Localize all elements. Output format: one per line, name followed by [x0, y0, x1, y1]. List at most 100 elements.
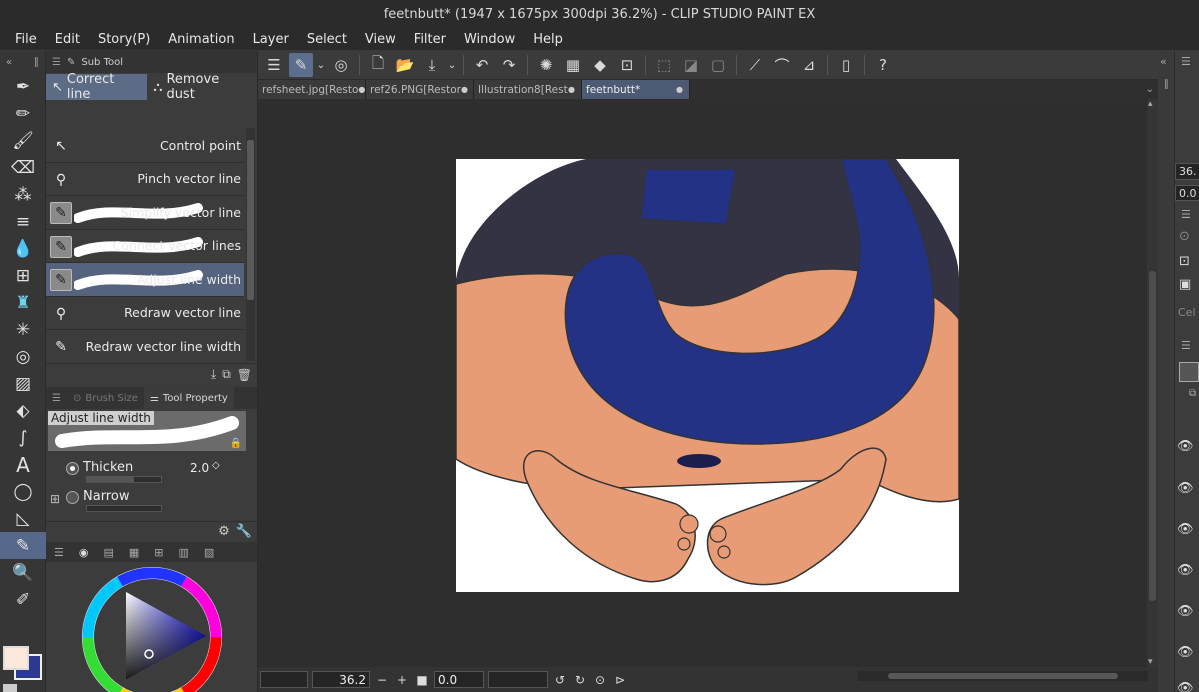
tab-document-active[interactable]: feetnbutt* ●: [582, 80, 690, 99]
narrow-radio[interactable]: [66, 491, 79, 504]
menu-icon[interactable]: ☰: [52, 57, 61, 68]
reference-icon[interactable]: ⊡: [1179, 254, 1190, 269]
tab-document[interactable]: Illustration8[Rest ●: [474, 80, 582, 99]
help-icon[interactable]: ?: [871, 53, 895, 77]
invert-selection-icon[interactable]: ◪: [679, 53, 703, 77]
narrow-slider[interactable]: [86, 505, 162, 512]
zoom-tool-icon[interactable]: 🔍: [0, 559, 46, 586]
grip-icon[interactable]: ∥: [1164, 79, 1169, 90]
list-item[interactable]: ↖ Control point: [46, 129, 244, 163]
canvas-area[interactable]: [258, 99, 1147, 667]
cake-icon[interactable]: ♜: [0, 289, 46, 316]
list-item[interactable]: ⚲ Redraw vector line: [46, 297, 244, 330]
list-item[interactable]: ✎ Adjust line width: [46, 263, 244, 297]
thicken-value[interactable]: 2.0: [190, 461, 209, 475]
sparkle-tool-icon[interactable]: ✳: [0, 316, 46, 343]
tab-brush-size[interactable]: ⊙ Brush Size: [67, 393, 144, 404]
navigator-button-icon[interactable]: ⊙: [1179, 229, 1190, 244]
gradient-lines-icon[interactable]: ≡: [0, 208, 46, 235]
import-icon[interactable]: ⤓: [211, 367, 216, 382]
approximate-color-tab-icon[interactable]: ▥: [179, 546, 189, 559]
brush-tool-icon[interactable]: 🖌: [0, 127, 46, 154]
menu-edit[interactable]: Edit: [46, 32, 89, 47]
close-dot-icon[interactable]: ●: [676, 85, 683, 94]
intermediate-color-tab-icon[interactable]: ⊞: [154, 546, 163, 559]
correct-line-tool-icon[interactable]: ✎: [289, 53, 313, 77]
stepper-icon[interactable]: ◇: [212, 460, 220, 471]
scroll-thumb[interactable]: [888, 673, 1118, 679]
menu-filter[interactable]: Filter: [405, 32, 455, 47]
fill-icon[interactable]: ◆: [588, 53, 612, 77]
tab-list-icon[interactable]: ⌄: [1146, 80, 1158, 99]
layer-visibility-eye-icon[interactable]: 👁: [1177, 604, 1194, 619]
decoration-tool-icon[interactable]: ⁂: [0, 181, 46, 208]
settings-icon[interactable]: ⚙: [218, 524, 230, 539]
grip-icon[interactable]: ∥: [34, 57, 39, 68]
fit-icon[interactable]: ■: [414, 673, 430, 687]
layer-thumbnail[interactable]: [1179, 362, 1199, 382]
wrench-icon[interactable]: 🔧: [236, 524, 252, 539]
text-tool-icon[interactable]: A: [0, 451, 46, 478]
zoom-out-icon[interactable]: −: [374, 673, 390, 687]
duplicate-icon[interactable]: ⧉: [222, 367, 231, 382]
layer-visibility-eye-icon[interactable]: 👁: [1177, 481, 1194, 496]
sub-tool-scrollbar[interactable]: [246, 128, 255, 361]
zoom-slider[interactable]: [260, 671, 308, 688]
tab-tool-property[interactable]: ⚌ Tool Property: [143, 387, 234, 409]
save-icon[interactable]: ⤓: [420, 53, 444, 77]
menu-select[interactable]: Select: [298, 32, 356, 47]
menu-icon[interactable]: ☰: [1181, 339, 1191, 352]
tab-document[interactable]: refsheet.jpg[Resto ●: [258, 80, 366, 99]
eyedropper-tool-icon[interactable]: ✐: [0, 586, 46, 613]
lasso-icon[interactable]: ◎: [329, 53, 353, 77]
tab-document[interactable]: ref26.PNG[Restor ●: [366, 80, 474, 99]
rotation-slider[interactable]: [488, 671, 548, 688]
list-item[interactable]: ⚲ Pinch vector line: [46, 163, 244, 196]
layer-visibility-eye-icon[interactable]: 👁: [1177, 645, 1194, 660]
reset-rotation-icon[interactable]: ⊙: [592, 673, 608, 687]
rotation-field[interactable]: 0.0: [434, 671, 484, 688]
rotate-left-icon[interactable]: ↺: [552, 673, 568, 687]
open-folder-icon[interactable]: 📂: [393, 53, 417, 77]
loading-icon[interactable]: ✺: [534, 53, 558, 77]
layer-settings-icon[interactable]: ⧉: [1189, 388, 1196, 399]
chevron-down-icon[interactable]: ⌄: [447, 53, 457, 77]
list-item[interactable]: ✎ Connect vector lines: [46, 230, 244, 263]
chevron-down-icon[interactable]: ▾: [1148, 657, 1153, 667]
snap-grid-icon[interactable]: ⊿: [797, 53, 821, 77]
tab-correct-line[interactable]: ↖ Correct line: [46, 72, 148, 102]
menu-icon[interactable]: ☰: [46, 393, 67, 404]
object-tool-icon[interactable]: ⬖: [0, 397, 46, 424]
transform-icon[interactable]: ⊡: [615, 53, 639, 77]
chevron-up-icon[interactable]: ▴: [1148, 99, 1153, 109]
canvas-vertical-scrollbar[interactable]: ▴ ▾: [1147, 99, 1158, 667]
thicken-radio[interactable]: [66, 462, 79, 475]
menu-help[interactable]: Help: [524, 32, 572, 47]
clear-icon[interactable]: ▦: [561, 53, 585, 77]
color-wheel-tab-icon[interactable]: ◉: [79, 546, 89, 559]
layer-visibility-eye-icon[interactable]: 👁: [1177, 681, 1194, 692]
frame-tool-icon[interactable]: ◺: [0, 505, 46, 532]
collapse-icon[interactable]: «: [1160, 55, 1167, 68]
gradient-tool-icon[interactable]: ▨: [0, 370, 46, 397]
main-color-swatch[interactable]: [3, 646, 29, 670]
pencil-tool-icon[interactable]: ✏: [0, 100, 46, 127]
grid-tool-icon[interactable]: ⊞: [0, 262, 46, 289]
menu-story[interactable]: Story(P): [89, 32, 159, 47]
tab-remove-dust[interactable]: ⛬ Remove dust: [147, 72, 257, 102]
layer-visibility-eye-icon[interactable]: 👁: [1177, 563, 1194, 578]
menu-view[interactable]: View: [356, 32, 405, 47]
menu-hamburger-icon[interactable]: ☰: [262, 53, 286, 77]
curve-tool-icon[interactable]: ∫: [0, 424, 46, 451]
selection-border-icon[interactable]: ▢: [706, 53, 730, 77]
canvas-horizontal-scrollbar[interactable]: [858, 671, 1148, 681]
list-item[interactable]: ✎ Redraw vector line width: [46, 330, 244, 364]
lock-icon[interactable]: 🔒: [230, 438, 242, 449]
chevron-down-icon[interactable]: ⌄: [316, 53, 326, 77]
transparent-color-swatch[interactable]: [3, 684, 17, 692]
deselect-icon[interactable]: ⬚: [652, 53, 676, 77]
flip-icon[interactable]: ⊳: [612, 673, 628, 687]
color-slider-tab-icon[interactable]: ▤: [103, 546, 113, 559]
redo-icon[interactable]: ↷: [497, 53, 521, 77]
menu-icon[interactable]: ☰: [1181, 55, 1191, 68]
